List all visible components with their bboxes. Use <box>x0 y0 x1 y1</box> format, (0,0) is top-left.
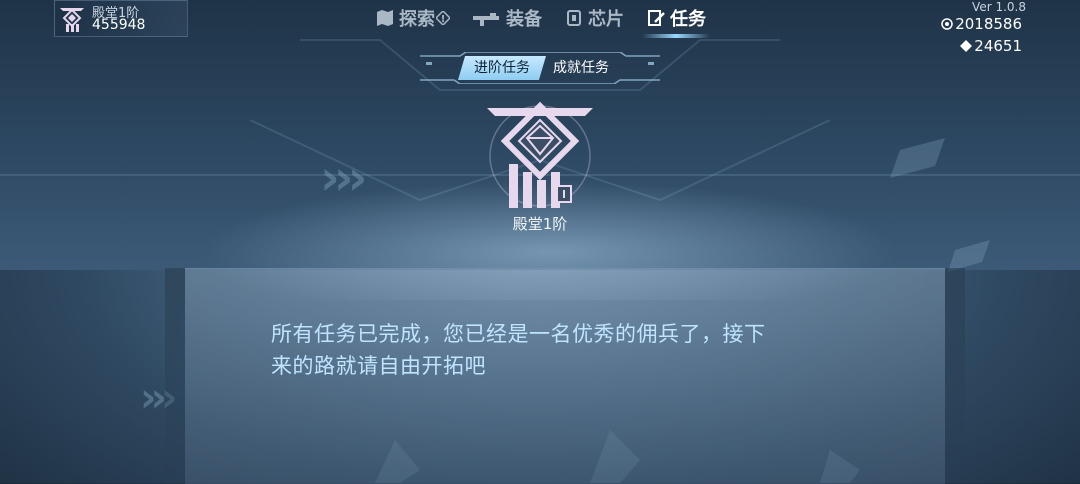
tab-equipment[interactable]: 装备 <box>472 4 542 32</box>
currency-coins: 2018586 <box>941 15 1022 33</box>
player-score: 455948 <box>92 17 146 33</box>
tab-quests[interactable]: 任务 <box>642 4 710 38</box>
hall-rank-emblem-icon <box>487 101 593 208</box>
completion-message: 所有任务已完成，您已经是一名优秀的佣兵了，接下 来的路就请自由开拓吧 <box>271 318 831 382</box>
subtab-advanced-quests[interactable]: 进阶任务 <box>458 56 546 80</box>
quest-icon <box>648 10 665 26</box>
rank-badge-icon <box>60 8 84 32</box>
version-label: Ver 1.0.8 <box>972 0 1026 14</box>
currency-coins-value: 2018586 <box>955 15 1022 33</box>
subtab-achievement-quests[interactable]: 成就任务 <box>546 56 616 80</box>
tab-chips-label: 芯片 <box>588 9 624 30</box>
tab-explore[interactable]: 探索 ! <box>375 4 450 32</box>
player-card[interactable]: 殿堂1阶 455948 <box>54 0 188 37</box>
completion-message-line-2: 来的路就请自由开拓吧 <box>271 354 486 378</box>
tab-equipment-label: 装备 <box>506 9 542 30</box>
currency-diamonds-value: 24651 <box>974 37 1022 55</box>
tab-chips[interactable]: 芯片 <box>564 4 624 32</box>
coin-icon <box>941 18 953 30</box>
tab-explore-label: 探索 <box>399 9 435 30</box>
diamond-icon <box>960 40 973 52</box>
currency-diamonds: 24651 <box>960 37 1022 55</box>
emblem-rank-name: 殿堂1阶 <box>512 215 568 233</box>
rifle-icon <box>473 13 499 26</box>
main-nav: 探索 ! 装备 芯片 任务 <box>375 4 710 38</box>
panel-edge-right <box>945 268 965 483</box>
tab-quests-label: 任务 <box>670 9 706 30</box>
map-icon <box>377 10 393 26</box>
decor-chevrons-upper: ››› <box>320 150 367 206</box>
alert-badge-icon: ! <box>436 11 450 25</box>
chip-icon <box>567 10 581 26</box>
panel-edge-left <box>165 268 185 483</box>
alert-badge-text: ! <box>441 14 446 25</box>
completion-message-line-1: 所有任务已完成，您已经是一名优秀的佣兵了，接下 <box>271 322 766 346</box>
